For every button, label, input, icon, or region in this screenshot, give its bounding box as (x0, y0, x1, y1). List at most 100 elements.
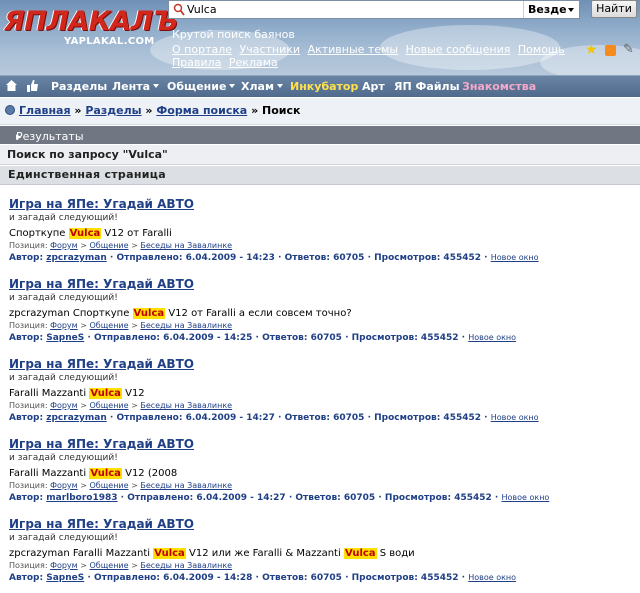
breadcrumb: Главная » Разделы » Форма поиска » Поиск (0, 98, 640, 125)
breadcrumb-sections[interactable]: Разделы (85, 104, 141, 117)
nav-dating[interactable]: Знакомства (462, 79, 536, 94)
highlight-match: Vulca (343, 548, 377, 559)
position-forum-link[interactable]: Форум (50, 481, 78, 490)
result-meta: Автор: SapneS · Отправлено: 6.04.2009 - … (9, 333, 517, 343)
result-position: Позиция: Форум > Общение > Беседы на Зав… (9, 401, 233, 410)
result-title[interactable]: Игра на ЯПе: Угадай АВТО (9, 357, 634, 372)
author-link[interactable]: SapneS (46, 573, 84, 583)
new-window-link[interactable]: Новое окно (468, 573, 516, 582)
tools-icon[interactable]: ✎ (623, 43, 634, 57)
author-link[interactable]: zpcrazyman (46, 253, 107, 263)
link-ads[interactable]: Реклама (229, 56, 278, 69)
result-title[interactable]: Игра на ЯПе: Угадай АВТО (9, 197, 634, 212)
nav-feed[interactable]: Лента (112, 79, 159, 94)
position-board-link[interactable]: Беседы на Завалинке (140, 241, 232, 250)
breadcrumb-home[interactable]: Главная (19, 104, 71, 117)
new-window-link[interactable]: Новое окно (501, 493, 549, 502)
result-title[interactable]: Игра на ЯПе: Угадай АВТО (9, 517, 634, 532)
result-snippet: Faralli Mazzanti Vulca V12 (9, 388, 145, 399)
search-result: Игра на ЯПе: Угадай АВТО и загадай следу… (9, 277, 634, 344)
position-chat-link[interactable]: Общение (90, 321, 129, 330)
result-subtitle: и загадай следующий! (9, 373, 118, 383)
breadcrumb-current: Поиск (262, 104, 301, 117)
result-position: Позиция: Форум > Общение > Беседы на Зав… (9, 561, 233, 570)
chevron-down-icon (568, 8, 574, 12)
result-snippet: Faralli Mazzanti Vulca V12 (2008 (9, 468, 178, 479)
position-chat-link[interactable]: Общение (90, 561, 129, 570)
position-forum-link[interactable]: Форум (50, 321, 78, 330)
position-board-link[interactable]: Беседы на Завалинке (140, 481, 232, 490)
results-header-bar: ▸ Результаты поиска (0, 126, 640, 156)
highlight-match: Vulca (89, 468, 122, 479)
result-snippet: Спорткупе Vulca V12 от Faralli (9, 228, 172, 239)
position-board-link[interactable]: Беседы на Завалинке (140, 401, 232, 410)
result-title[interactable]: Игра на ЯПе: Угадай АВТО (9, 437, 634, 452)
nav-sections[interactable]: Разделы (51, 79, 107, 94)
highlight-match: Vulca (153, 548, 186, 559)
position-forum-link[interactable]: Форум (50, 561, 78, 570)
search-result: Игра на ЯПе: Угадай АВТО и загадай следу… (9, 197, 634, 264)
result-subtitle: и загадай следующий! (9, 213, 118, 223)
rss-icon[interactable] (605, 45, 616, 56)
new-window-link[interactable]: Новое окно (491, 413, 539, 422)
chevron-down-icon (276, 84, 283, 88)
link-members[interactable]: Участники (240, 43, 301, 56)
author-link[interactable]: zpcrazyman (46, 413, 107, 423)
site-logo[interactable]: ЯПЛАКАЛЪ YAPLAKAL.COM (4, 6, 178, 50)
result-snippet: zpcrazyman Спорткупе Vulca V12 от Farall… (9, 308, 352, 319)
result-position: Позиция: Форум > Общение > Беседы на Зав… (9, 481, 233, 490)
top-links: О портале Участники Активные темы Новые … (172, 43, 582, 69)
page-label: Единственная страница (8, 168, 166, 181)
site-header: ЯПЛАКАЛЪ YAPLAKAL.COM Везде Найти Крутой… (0, 0, 640, 75)
search-result: Игра на ЯПе: Угадай АВТО и загадай следу… (9, 437, 634, 504)
nav-incubator[interactable]: Инкубатор (290, 79, 358, 94)
nav-files[interactable]: ЯП Файлы (394, 79, 460, 94)
highlight-match: Vulca (68, 228, 102, 239)
breadcrumb-search-form[interactable]: Форма поиска (156, 104, 247, 117)
nav-junk[interactable]: Хлам (241, 79, 283, 94)
nav-art[interactable]: Арт (362, 79, 385, 94)
result-meta: Автор: zpcrazyman · Отправлено: 6.04.200… (9, 413, 539, 423)
nav-chat[interactable]: Общение (167, 79, 236, 94)
result-meta: Автор: SapneS · Отправлено: 6.04.2009 - … (9, 573, 517, 583)
position-board-link[interactable]: Беседы на Завалинке (140, 561, 232, 570)
search-input[interactable] (187, 2, 517, 17)
position-chat-link[interactable]: Общение (90, 481, 129, 490)
position-forum-link[interactable]: Форум (50, 401, 78, 410)
thumbs-up-icon[interactable] (27, 79, 38, 92)
breadcrumb-trail: Главная » Разделы » Форма поиска » Поиск (19, 104, 301, 117)
new-window-link[interactable]: Новое окно (491, 253, 539, 262)
result-title[interactable]: Игра на ЯПе: Угадай АВТО (9, 277, 634, 292)
star-icon[interactable]: ★ (585, 43, 598, 57)
tagline: Крутой поиск баянов (172, 28, 295, 41)
find-button[interactable]: Найти (591, 0, 637, 18)
link-active-topics[interactable]: Активные темы (308, 43, 399, 56)
position-chat-link[interactable]: Общение (90, 241, 129, 250)
link-help[interactable]: Помощь (518, 43, 565, 56)
logo-text: ЯПЛАКАЛЪ (4, 6, 178, 37)
position-chat-link[interactable]: Общение (90, 401, 129, 410)
header-icons: ★ ✎ (585, 43, 640, 59)
position-board-link[interactable]: Беседы на Завалинке (140, 321, 232, 330)
position-forum-link[interactable]: Форум (50, 241, 78, 250)
link-about[interactable]: О портале (172, 43, 232, 56)
new-window-link[interactable]: Новое окно (468, 333, 516, 342)
page-bar: Единственная страница (0, 166, 640, 185)
result-snippet: zpcrazyman Faralli Mazzanti Vulca V12 ил… (9, 548, 415, 559)
search-result: Игра на ЯПе: Угадай АВТО и загадай следу… (9, 517, 634, 584)
home-icon[interactable] (6, 80, 17, 91)
result-meta: Автор: zpcrazyman · Отправлено: 6.04.200… (9, 253, 539, 263)
link-rules[interactable]: Правила (172, 56, 221, 69)
highlight-match: Vulca (89, 388, 122, 399)
search-box: Везде (168, 0, 580, 19)
result-subtitle: и загадай следующий! (9, 453, 118, 463)
main-nav: Разделы Лента Общение Хлам Инкубатор Арт… (0, 75, 640, 97)
result-position: Позиция: Форум > Общение > Беседы на Зав… (9, 241, 233, 250)
search-scope-select[interactable]: Везде (523, 1, 578, 18)
author-link[interactable]: marlboro1983 (46, 493, 117, 503)
author-link[interactable]: SapneS (46, 333, 84, 343)
search-result: Игра на ЯПе: Угадай АВТО и загадай следу… (9, 357, 634, 424)
search-scope-value: Везде (528, 3, 567, 16)
result-subtitle: и загадай следующий! (9, 293, 118, 303)
link-new-messages[interactable]: Новые сообщения (406, 43, 511, 56)
